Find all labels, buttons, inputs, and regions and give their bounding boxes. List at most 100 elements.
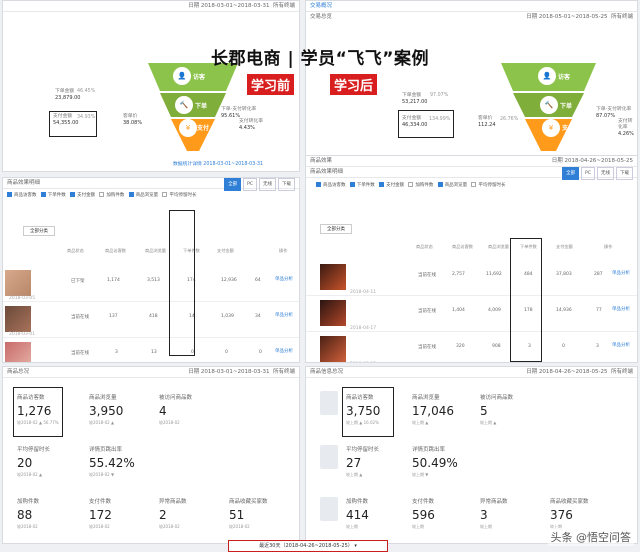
metric-order-pct: 97.07% [430, 93, 449, 98]
single-analysis-link[interactable]: 单品分析 [275, 348, 293, 354]
pay-icon: ¥ [179, 119, 197, 137]
left-pay-highlight [49, 111, 97, 137]
right-visitors-highlight [342, 387, 394, 437]
table-row: 2018-03-01 当前在线 137 418 14 1,039 34 单品分析 [3, 302, 299, 338]
case-title: 长郡电商 | 学员“飞飞”案例 [211, 49, 429, 69]
left-overview-date[interactable]: 日期 2018-03-01~2018-03-31 [188, 3, 269, 9]
stage-order-label: 下单 [195, 103, 208, 110]
filter-checkbox[interactable]: 商品访客数 [7, 192, 37, 198]
order-icon: 🔨 [540, 96, 558, 114]
summary-cell: 被访问商品数 5 较上期 ▲ [480, 395, 514, 425]
right-summary-date[interactable]: 日期 2018-04-26~2018-05-25 [526, 369, 607, 375]
left-sort-select[interactable]: 全部分类 [23, 226, 55, 236]
filter-checkbox[interactable]: 下单件数 [40, 192, 66, 198]
tab-download[interactable]: 下载 [278, 178, 295, 191]
tab-download[interactable]: 下载 [616, 167, 633, 180]
summary-cell: 支付件数 596 较上期 [412, 499, 435, 529]
product-thumbnail [5, 306, 31, 332]
summary-cell: 平均停留时长 27 较上期 ▲ [346, 447, 380, 477]
product-thumbnail [320, 264, 346, 290]
right-summary-panel: 商品信息总况 日期 2018-04-26~2018-05-25 所有终端 商品访… [305, 366, 638, 544]
table-row: 2018-04-11 当前在线 2,757 11,692 484 37,803 … [306, 260, 637, 296]
summary-cell: 商品浏览量 17,046 较上期 ▲ [412, 395, 454, 425]
summary-cell: 商品浏览量 3,950 较2018-02 ▲ [89, 395, 124, 425]
metric-order-pay-rate: 下单-支付转化率 95.61% [221, 107, 257, 120]
right-products-section: 商品效果 [310, 158, 333, 164]
product-thumbnail [320, 300, 346, 326]
metric-unit-price: 客单价 38.08% [123, 114, 143, 127]
left-detail-link[interactable]: 数据统计详情 2018-03-01~2018-03-31 [173, 162, 263, 168]
filter-checkbox[interactable]: 商品浏览量 [128, 192, 158, 198]
date-range-button[interactable]: 最近30天（2018-04-26~2018-05-25） ▾ [228, 540, 388, 552]
watermark: 头条 @悟空问答 [547, 528, 634, 546]
filter-checkbox[interactable]: 商品浏览量 [437, 182, 467, 188]
stage-visitor-label: 访客 [193, 74, 206, 81]
right-summary-scope[interactable]: 所有终端 [611, 369, 633, 375]
left-summary-date[interactable]: 日期 2018-03-01~2018-03-31 [188, 369, 269, 375]
summary-cell: 加购件数 88 较2018-02 [17, 499, 40, 529]
left-visitors-highlight [13, 387, 63, 437]
stage-order-label: 下单 [560, 103, 573, 110]
filter-checkbox[interactable]: 加购件数 [99, 192, 124, 198]
metric-unit-price-pct: 26.76% [500, 117, 519, 122]
tab-wireless[interactable]: 无线 [597, 167, 614, 180]
right-overview-title: 交易概况 [310, 3, 333, 9]
before-tag: 学习前 [247, 74, 295, 95]
right-pay-highlight [398, 110, 454, 138]
filter-checkbox[interactable]: 下单件数 [349, 182, 375, 188]
left-summary-scope[interactable]: 所有终端 [273, 369, 295, 375]
summary-cell: 平均停留时长 20 较2018-02 ▲ [17, 447, 51, 477]
right-products-subsection: 商品效果明细 [310, 169, 344, 175]
right-products-date[interactable]: 日期 2018-04-26~2018-05-25 [552, 156, 633, 166]
single-analysis-link[interactable]: 单品分析 [275, 312, 293, 318]
left-order-count-highlight [169, 210, 195, 356]
visitor-icon: 👤 [538, 67, 556, 85]
metric-order-pay-rate: 下单-支付转化率 87.07% [596, 107, 632, 120]
filter-checkbox[interactable]: 平均停留时长 [471, 182, 505, 188]
left-overview-scope[interactable]: 所有终端 [273, 3, 295, 9]
date-range-label: 最近30天（2018-04-26~2018-05-25） [259, 543, 353, 549]
left-products-section: 商品效果明细 [7, 180, 41, 186]
section-icon [320, 445, 338, 469]
tab-wireless[interactable]: 无线 [259, 178, 276, 191]
table-row: 2018-04-17 当前在线 1,404 4,009 178 14,936 7… [306, 296, 637, 332]
filter-checkbox[interactable]: 商品访客数 [316, 182, 346, 188]
summary-cell: 详情页跳出率 50.49% 较上期 ▼ [412, 447, 458, 477]
single-analysis-link[interactable]: 单品分析 [612, 270, 630, 276]
product-thumbnail [5, 270, 31, 296]
metric-pay-rate: 支付转化率 4.26% [618, 119, 634, 138]
metric-pay-rate: 支付转化率 4.43% [239, 119, 263, 132]
metric-unit-price: 客单价 112.24 [478, 116, 496, 129]
summary-cell: 详情页跳出率 55.42% 较2018-02 ▼ [89, 447, 135, 477]
table-row: 2018-03-05 已下架 1,174 3,513 174 12,936 64… [3, 266, 299, 302]
right-sort-select[interactable]: 全部分类 [320, 224, 352, 234]
product-thumbnail [5, 342, 31, 362]
tab-all[interactable]: 全部 [224, 178, 242, 191]
right-filter-row: 商品访客数 下单件数 支付金额 加购件数 商品浏览量 平均停留时长 [316, 182, 505, 188]
order-icon: 🔨 [175, 96, 193, 114]
left-summary-panel: 商品总况 日期 2018-03-01~2018-03-31 所有终端 商品访客数… [2, 366, 300, 544]
filter-checkbox[interactable]: 支付金额 [379, 182, 404, 188]
summary-cell: 商品收藏买家数 51 较2018-02 [229, 499, 268, 529]
single-analysis-link[interactable]: 单品分析 [275, 276, 293, 282]
metric-order-amount: 下单金额 53,217.00 [402, 93, 428, 106]
single-analysis-link[interactable]: 单品分析 [612, 342, 630, 348]
filter-checkbox[interactable]: 平均停留时长 [162, 192, 196, 198]
summary-cell: 异常商品数 3 较上期 [480, 499, 508, 529]
stage-pay-label: 支付 [197, 125, 210, 132]
pay-icon: ¥ [542, 119, 560, 137]
stage-visitor-label: 访客 [558, 74, 571, 81]
section-icon [320, 497, 338, 521]
filter-checkbox[interactable]: 支付金额 [70, 192, 95, 198]
summary-cell: 异常商品数 2 较2018-02 [159, 499, 187, 529]
tab-pc[interactable]: PC [581, 167, 595, 180]
filter-checkbox[interactable]: 加购件数 [408, 182, 433, 188]
single-analysis-link[interactable]: 单品分析 [612, 306, 630, 312]
section-icon [320, 391, 338, 415]
tab-pc[interactable]: PC [243, 178, 257, 191]
right-summary-section: 商品信息总况 [310, 369, 344, 375]
left-filter-row: 商品访客数 下单件数 支付金额 加购件数 商品浏览量 平均停留时长 [7, 192, 196, 198]
left-summary-section: 商品总况 [7, 369, 30, 375]
tab-all[interactable]: 全部 [562, 167, 580, 180]
after-tag: 学习后 [330, 74, 378, 95]
